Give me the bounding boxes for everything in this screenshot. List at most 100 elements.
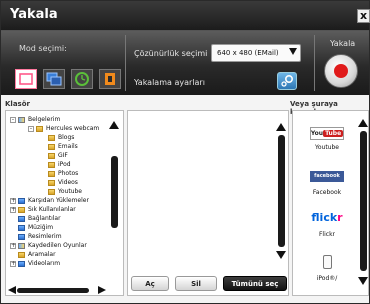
scroll-thumb[interactable]	[360, 131, 367, 271]
facebook-destination[interactable]: facebook Facebook	[299, 171, 355, 196]
ipod-icon	[322, 255, 332, 269]
tree-item-label: Videolarım	[28, 260, 61, 267]
folder-icon	[18, 251, 25, 258]
folder-icon	[48, 161, 55, 168]
tree-item-label: Emails	[58, 143, 78, 150]
tree-item[interactable]: Sık Kullanılanlar	[18, 205, 76, 214]
region-select-button[interactable]	[15, 69, 37, 89]
tree-item[interactable]: Emails	[48, 142, 78, 151]
file-list-panel: Aç Sil Tümünü seç	[127, 110, 289, 296]
scroll-up-icon[interactable]	[109, 121, 119, 129]
select-all-button[interactable]: Tümünü seç	[223, 276, 287, 291]
mode-selection-label: Mod seçimi:	[19, 44, 67, 53]
scroll-down-icon[interactable]	[276, 251, 286, 259]
scroll-left-icon[interactable]	[8, 286, 16, 294]
ipod-destination[interactable]: iPod®/	[299, 255, 355, 282]
toolbar-divider	[125, 35, 126, 91]
video-capture-button[interactable]	[99, 69, 121, 89]
youtube-logo-badge: Tube	[323, 130, 344, 137]
destination-label: Flickr	[318, 231, 336, 238]
film-icon	[105, 73, 115, 85]
tree-item[interactable]: iPod	[48, 160, 71, 169]
file-actions: Aç Sil Tümünü seç	[131, 276, 287, 293]
tree-item-label: Videos	[58, 179, 78, 186]
youtube-logo: You Tube	[310, 127, 344, 140]
flickr-destination[interactable]: flickr Flickr	[299, 211, 355, 238]
scroll-up-icon[interactable]	[358, 119, 368, 127]
tree-item-label: Müziğim	[28, 224, 54, 231]
tree-item[interactable]: Kaydedilen Oyunlar	[18, 241, 87, 250]
tree-vertical-scrollbar[interactable]	[109, 121, 119, 271]
expand-icon[interactable]: +	[10, 207, 16, 213]
mode-selector	[15, 69, 125, 91]
capture-window: Yakala x Mod seçimi: Çözünürlük seçimi 6…	[0, 0, 370, 304]
capture-button[interactable]	[324, 54, 358, 88]
file-list-scrollbar[interactable]	[276, 123, 286, 263]
destination-scrollbar[interactable]	[358, 119, 368, 289]
folder-tree[interactable]: - Belgelerim - Hercules webcam Blogs Ema…	[5, 110, 124, 296]
window-select-button[interactable]	[43, 69, 65, 89]
expand-icon[interactable]: +	[10, 243, 16, 249]
facebook-logo: facebook	[310, 171, 344, 182]
collapse-icon[interactable]: -	[10, 117, 16, 123]
tree-item[interactable]: Bağlantılar	[18, 214, 61, 223]
scroll-up-icon[interactable]	[276, 123, 286, 131]
folder-icon	[18, 260, 25, 267]
folder-icon	[18, 233, 25, 240]
copy-destinations: You Tube Youtube facebook Facebook flickr…	[292, 110, 369, 296]
tree-item[interactable]: Karşıdan Yüklemeler	[18, 196, 89, 205]
flickr-logo: flickr	[299, 211, 355, 225]
resolution-label: Çözünürlük seçimi	[134, 49, 208, 58]
timer-icon	[75, 72, 89, 86]
timer-button[interactable]	[71, 69, 93, 89]
scroll-thumb[interactable]	[17, 288, 89, 293]
youtube-destination[interactable]: You Tube Youtube	[299, 127, 355, 151]
capture-label: Yakala	[330, 39, 356, 48]
tree-item[interactable]: Blogs	[48, 133, 74, 142]
scroll-down-icon[interactable]	[358, 277, 368, 285]
tree-item-label: Kaydedilen Oyunlar	[28, 242, 87, 249]
tree-item-label: Resimlerim	[28, 233, 62, 240]
tree-item[interactable]: Videos	[48, 178, 78, 187]
tree-item-label: Photos	[58, 170, 79, 177]
scroll-thumb[interactable]	[278, 135, 285, 247]
tree-item[interactable]: Youtube	[48, 187, 82, 196]
tree-item-label: Belgelerim	[28, 116, 61, 123]
tree-item[interactable]: Belgelerim	[18, 115, 60, 124]
folder-icon	[48, 179, 55, 186]
collapse-icon[interactable]: -	[28, 126, 34, 132]
tree-item-label: Hercules webcam	[46, 125, 100, 132]
tree-horizontal-scrollbar[interactable]	[6, 285, 123, 295]
region-select-icon	[19, 73, 33, 85]
close-button[interactable]: x	[357, 9, 370, 23]
scroll-right-icon[interactable]	[98, 286, 106, 294]
tree-item-label: Sık Kullanılanlar	[28, 206, 76, 213]
folder-icon	[48, 188, 55, 195]
flickr-logo-accent: r	[337, 211, 343, 224]
delete-button[interactable]: Sil	[175, 276, 217, 291]
folder-heading: Klasör	[5, 100, 30, 108]
tree-item[interactable]: Videolarım	[18, 259, 60, 268]
folder-icon	[48, 152, 55, 159]
tree-item[interactable]: Müziğim	[18, 223, 53, 232]
youtube-logo-text: You	[310, 130, 324, 137]
resolution-value: 640 x 480 (EMail)	[217, 49, 279, 57]
open-button[interactable]: Aç	[131, 276, 169, 291]
tree-item[interactable]: Aramalar	[18, 250, 56, 259]
expand-icon[interactable]: +	[10, 198, 16, 204]
expand-icon[interactable]: +	[10, 261, 16, 267]
file-list[interactable]	[131, 114, 285, 272]
destination-label: Youtube	[315, 144, 339, 151]
tree-item[interactable]: GIF	[48, 151, 68, 160]
chevron-down-icon	[289, 48, 297, 55]
tree-item[interactable]: Resimlerim	[18, 232, 62, 241]
tree-item[interactable]: Hercules webcam	[36, 124, 99, 133]
title-bar: Yakala x	[1, 1, 370, 31]
folder-icon	[36, 125, 43, 132]
tree-item[interactable]: Photos	[48, 169, 78, 178]
toolbar-divider	[314, 35, 315, 91]
capture-settings-button[interactable]	[277, 72, 297, 90]
flickr-logo-text: flick	[311, 211, 338, 224]
resolution-select[interactable]: 640 x 480 (EMail)	[211, 44, 301, 62]
scroll-thumb[interactable]	[111, 156, 118, 228]
